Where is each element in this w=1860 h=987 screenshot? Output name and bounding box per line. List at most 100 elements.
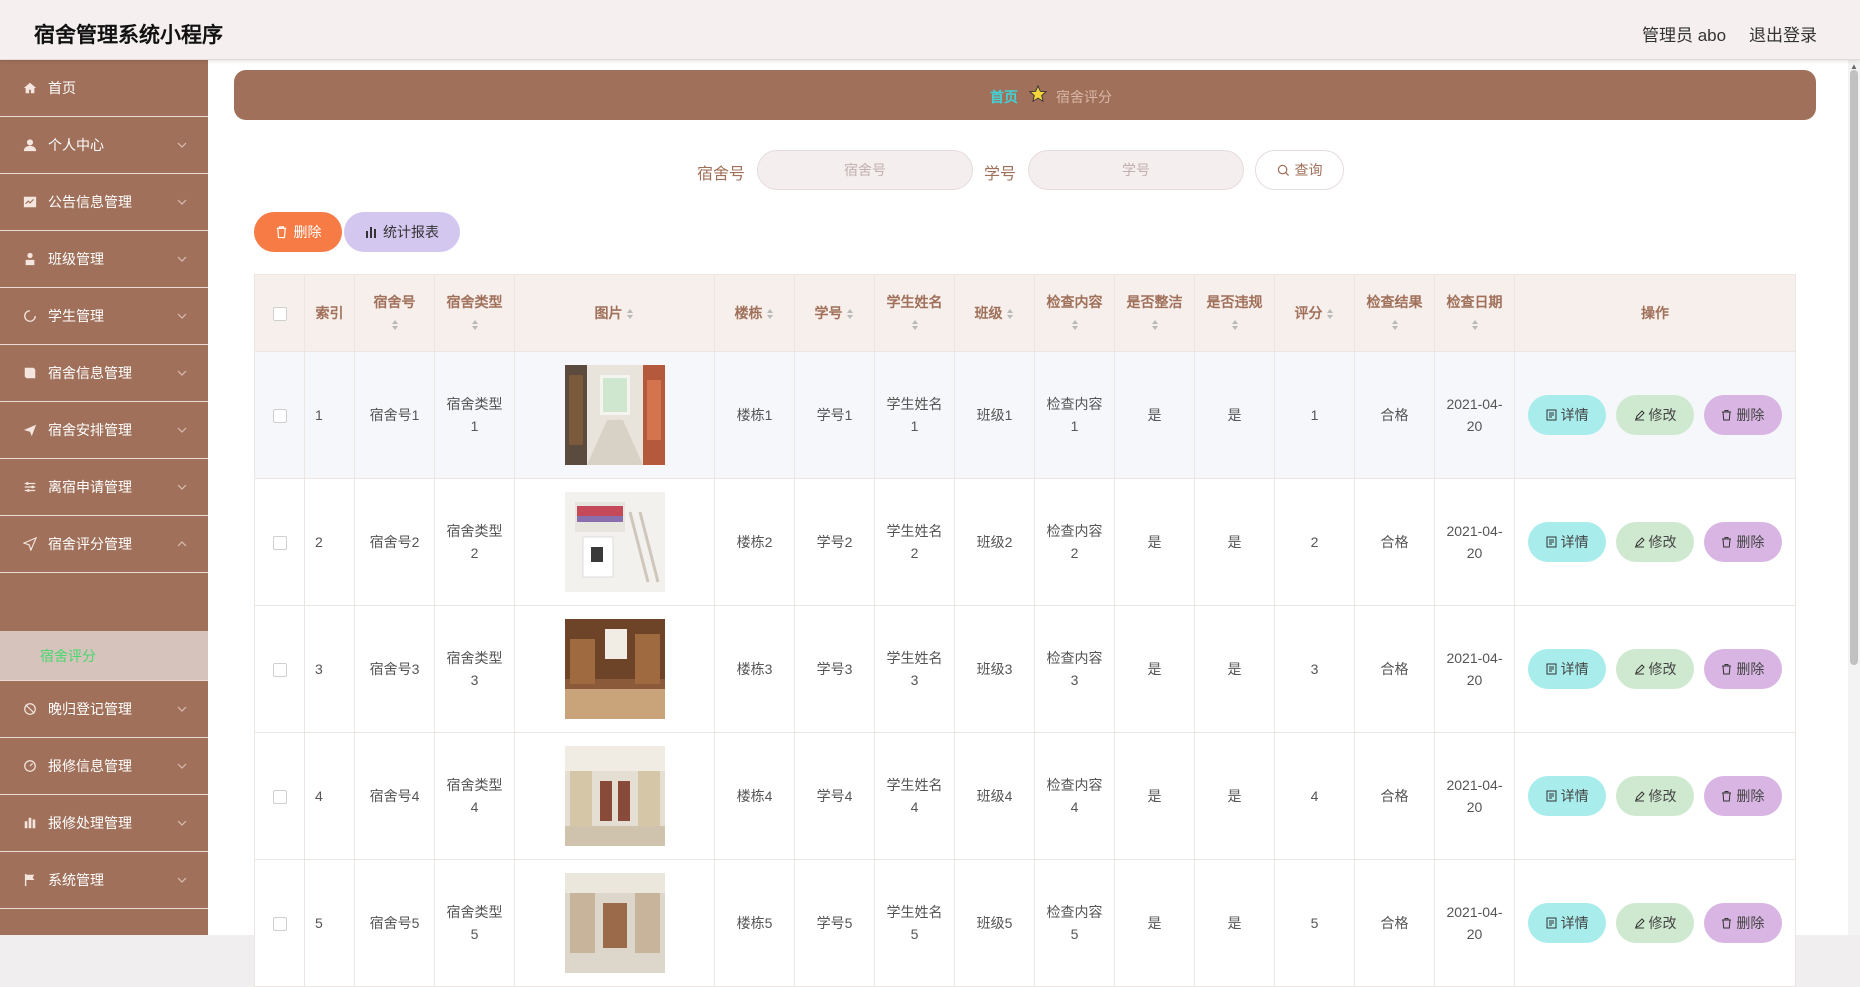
sidebar-item-notice[interactable]: 公告信息管理: [0, 174, 208, 231]
column-header-student-name[interactable]: 学生姓名: [874, 274, 955, 352]
cell-text: 2021-04-20: [1446, 396, 1503, 434]
edit-button[interactable]: 修改: [1616, 649, 1694, 689]
sidebar-item-dorm-info[interactable]: 宿舍信息管理: [0, 345, 208, 402]
column-header-label: 学生姓名: [886, 294, 943, 310]
chevron-down-icon: [176, 760, 188, 772]
edit-button-label: 修改: [1648, 661, 1677, 677]
chevron-down-icon: [176, 253, 188, 265]
detail-button[interactable]: 详情: [1528, 522, 1607, 562]
sidebar-item-late-return[interactable]: 晚归登记管理: [0, 681, 208, 738]
cell-class: 班级1: [954, 351, 1035, 479]
sort-icon: [1151, 320, 1158, 331]
cell-check-content: 检查内容5: [1034, 859, 1115, 987]
sidebar-item-class[interactable]: 班级管理: [0, 231, 208, 288]
dorm-photo-1[interactable]: [564, 365, 665, 465]
edit-button[interactable]: 修改: [1616, 903, 1694, 943]
sliders-icon: [22, 479, 38, 495]
sidebar-item-label: 学生管理: [48, 308, 104, 324]
stats-report-button[interactable]: 统计报表: [344, 212, 460, 252]
query-button[interactable]: 查询: [1255, 150, 1344, 190]
edit-button-label: 修改: [1648, 534, 1677, 550]
cell-check-date: 2021-04-20: [1434, 351, 1515, 479]
dorm-photo-5[interactable]: [564, 873, 665, 973]
column-header-check-content[interactable]: 检查内容: [1034, 274, 1115, 352]
delete-button[interactable]: 删除: [1703, 522, 1782, 562]
detail-button[interactable]: 详情: [1528, 903, 1607, 943]
sidebar-item-system[interactable]: 系统管理: [0, 852, 208, 909]
cell-score: 2: [1274, 478, 1355, 606]
sidebar-item-dorm-rating[interactable]: 宿舍评分管理: [0, 516, 208, 573]
cell-text: 2021-04-20: [1446, 523, 1503, 561]
cell-result: 合格: [1354, 351, 1435, 479]
sort-icon: [471, 320, 478, 331]
delete-button-label: 删除: [1736, 407, 1765, 423]
row-select-cell: [254, 605, 305, 733]
delete-button[interactable]: 删除: [1703, 649, 1782, 689]
cell-dorm-type: 宿舍类型5: [434, 859, 515, 987]
cell-result: 合格: [1354, 732, 1435, 860]
column-header-dorm-type[interactable]: 宿舍类型: [434, 274, 515, 352]
cell-index: 2: [304, 478, 355, 606]
logout-link[interactable]: 退出登录: [1749, 21, 1817, 46]
detail-button[interactable]: 详情: [1528, 395, 1607, 435]
cell-text: 宿舍类型4: [446, 777, 503, 815]
document-icon: [1546, 409, 1557, 421]
column-header-clean[interactable]: 是否整洁: [1114, 274, 1195, 352]
cell-dorm-type: 宿舍类型4: [434, 732, 515, 860]
select-all-checkbox[interactable]: [272, 307, 287, 322]
row-checkbox[interactable]: [272, 790, 287, 805]
student-id-search-input[interactable]: [1028, 150, 1244, 190]
column-header-result[interactable]: 检查结果: [1354, 274, 1435, 352]
column-header-violation[interactable]: 是否违规: [1194, 274, 1275, 352]
table-header-row: 索引 宿舍号 宿舍类型 图片 楼栋 学号 学生姓名 班级 检查内容 是否整洁 是…: [254, 274, 1796, 352]
tool-icon: [22, 758, 38, 774]
submenu-item-dorm-rating[interactable]: 宿舍评分: [0, 631, 208, 681]
column-header-student-id[interactable]: 学号: [794, 274, 875, 352]
dorm-search-input[interactable]: [757, 150, 973, 190]
sidebar-item-repair-info[interactable]: 报修信息管理: [0, 738, 208, 795]
sidebar-item-home[interactable]: 首页: [0, 60, 208, 117]
cell-student-id: 学号3: [794, 605, 875, 733]
cell-text: 学生姓名1: [886, 396, 943, 434]
detail-button[interactable]: 详情: [1528, 649, 1607, 689]
edit-button[interactable]: 修改: [1616, 776, 1694, 816]
column-header-dorm[interactable]: 宿舍号: [354, 274, 435, 352]
cell-image: [514, 478, 715, 606]
column-header-check-date[interactable]: 检查日期: [1434, 274, 1515, 352]
sidebar-item-leave[interactable]: 离宿申请管理: [0, 459, 208, 516]
delete-button[interactable]: 删除: [1703, 776, 1782, 816]
cell-text: 学生姓名5: [886, 904, 943, 942]
cell-student-name: 学生姓名3: [874, 605, 955, 733]
column-header-building[interactable]: 楼栋: [714, 274, 795, 352]
column-header-image[interactable]: 图片: [514, 274, 715, 352]
detail-button[interactable]: 详情: [1528, 776, 1607, 816]
app-title: 宿舍管理系统小程序: [34, 24, 223, 47]
breadcrumb-home-link[interactable]: 首页: [990, 87, 1018, 107]
sidebar-item-dorm-arrange[interactable]: 宿舍安排管理: [0, 402, 208, 459]
column-header-class[interactable]: 班级: [954, 274, 1035, 352]
dorm-photo-4[interactable]: [564, 746, 665, 846]
row-checkbox[interactable]: [272, 536, 287, 551]
delete-button[interactable]: 删除: [1703, 395, 1782, 435]
vertical-scrollbar[interactable]: ▲: [1848, 60, 1860, 935]
sidebar-item-student[interactable]: 学生管理: [0, 288, 208, 345]
cell-check-date: 2021-04-20: [1434, 859, 1515, 987]
delete-button[interactable]: 删除: [1703, 903, 1782, 943]
chevron-down-icon: [176, 703, 188, 715]
dorm-photo-3[interactable]: [564, 619, 665, 719]
chevron-up-icon: [176, 538, 188, 550]
sidebar-item-repair-handle[interactable]: 报修处理管理: [0, 795, 208, 852]
sidebar-item-profile[interactable]: 个人中心: [0, 117, 208, 174]
document-icon: [1546, 917, 1557, 929]
edit-button[interactable]: 修改: [1616, 522, 1694, 562]
row-checkbox[interactable]: [272, 409, 287, 424]
scrollbar-thumb[interactable]: [1850, 70, 1858, 665]
edit-button[interactable]: 修改: [1616, 395, 1694, 435]
row-checkbox[interactable]: [272, 663, 287, 678]
column-header-score[interactable]: 评分: [1274, 274, 1355, 352]
dorm-photo-2[interactable]: [564, 492, 665, 592]
row-checkbox[interactable]: [272, 917, 287, 932]
cell-image: [514, 605, 715, 733]
batch-delete-button[interactable]: 删除: [254, 212, 342, 252]
row-select-cell: [254, 478, 305, 606]
